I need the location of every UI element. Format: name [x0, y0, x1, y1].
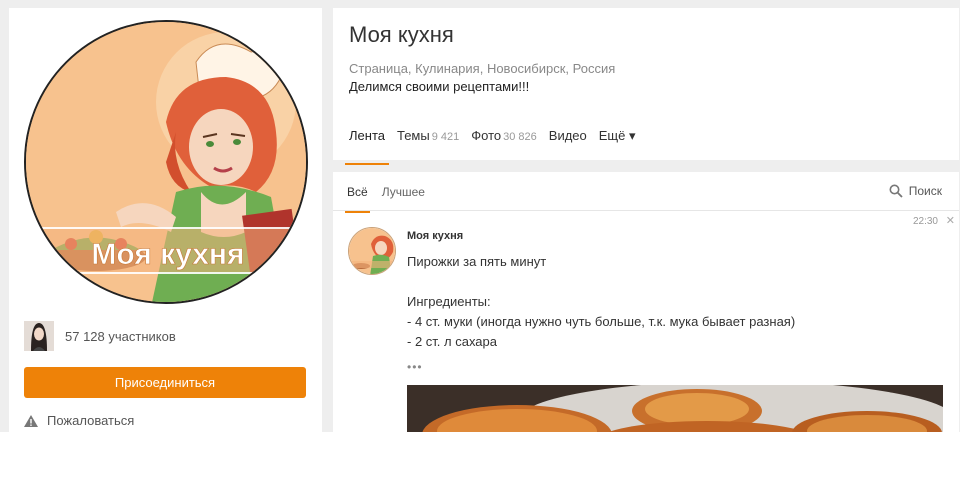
tab-more-label: Ещё ▾: [598, 128, 636, 143]
viewport: Моя кухня 57 128 участников Присоединить…: [0, 0, 960, 432]
feed-tab-best[interactable]: Лучшее: [382, 185, 425, 199]
group-description: Делимся своими рецептами!!!: [349, 79, 530, 94]
feed-tab-all[interactable]: Всё: [345, 185, 370, 213]
group-header: Моя кухня Страница, Кулинария, Новосибир…: [333, 8, 959, 165]
tab-photos-label: Фото: [471, 128, 502, 143]
post-timestamp: 22:30: [912, 216, 938, 227]
group-avatar[interactable]: Моя кухня: [24, 20, 308, 304]
join-button[interactable]: Присоединиться: [24, 367, 306, 398]
tab-topics[interactable]: Темы 9 421: [397, 128, 459, 154]
food-photo-image: [407, 385, 943, 432]
tab-feed-label: Лента: [349, 128, 385, 143]
group-meta: Страница, Кулинария, Новосибирск, Россия: [349, 61, 616, 76]
avatar-illustration: Моя кухня: [26, 22, 306, 302]
post-photo[interactable]: [407, 385, 943, 432]
search-label: Поиск: [908, 184, 942, 198]
warning-icon: [24, 414, 38, 427]
member-avatar[interactable]: [24, 321, 54, 351]
tab-photos-count: 30 826: [503, 131, 537, 143]
page-title: Моя кухня: [349, 22, 454, 48]
members-row[interactable]: 57 128 участников: [24, 321, 176, 351]
tab-topics-label: Темы: [396, 128, 430, 143]
avatar-title-text: Моя кухня: [91, 238, 244, 271]
report-link[interactable]: Пожаловаться: [24, 413, 134, 428]
tab-video[interactable]: Видео: [549, 128, 587, 154]
close-icon[interactable]: ✕: [946, 214, 955, 227]
tab-photos[interactable]: Фото 30 826: [471, 128, 537, 154]
feed-filter-tabs: Всё Лучшее: [345, 185, 439, 213]
group-title-text: Моя кухня: [349, 22, 454, 47]
feed-search[interactable]: Поиск: [889, 184, 942, 198]
show-more-button[interactable]: •••: [407, 360, 423, 374]
report-label: Пожаловаться: [47, 413, 135, 428]
post-spacer: [407, 272, 795, 292]
feed: Всё Лучшее Поиск 22:30 ✕ Моя кухня Пирож…: [333, 172, 959, 432]
post-text: Пирожки за пять минут Ингредиенты: - 4 с…: [407, 252, 795, 352]
post-title: Пирожки за пять минут: [407, 254, 547, 269]
member-photo-icon: [24, 321, 54, 351]
search-icon: [889, 184, 903, 198]
post-ingredients-header: Ингредиенты:: [407, 294, 491, 309]
post-author-avatar[interactable]: [348, 227, 396, 275]
tab-feed[interactable]: Лента: [345, 128, 389, 165]
feed-divider: [333, 210, 959, 211]
tab-topics-count: 9 421: [431, 131, 460, 143]
tab-video-label: Видео: [548, 128, 587, 143]
group-tabs: Лента Темы 9 421 Фото 30 826 Видео Ещё ▾: [345, 128, 648, 165]
post-author[interactable]: Моя кухня: [407, 230, 463, 242]
members-count[interactable]: 57 128 участников: [65, 329, 176, 344]
post-ingredient-line: - 2 ст. л сахара: [407, 334, 497, 349]
post-ingredient-line: - 4 ст. муки (иногда нужно чуть больше, …: [407, 314, 796, 329]
tab-more[interactable]: Ещё ▾: [599, 128, 636, 154]
group-sidebar: Моя кухня 57 128 участников Присоединить…: [9, 8, 322, 432]
post-avatar-illustration: [349, 228, 395, 274]
post-author-name: Моя кухня: [407, 230, 464, 242]
